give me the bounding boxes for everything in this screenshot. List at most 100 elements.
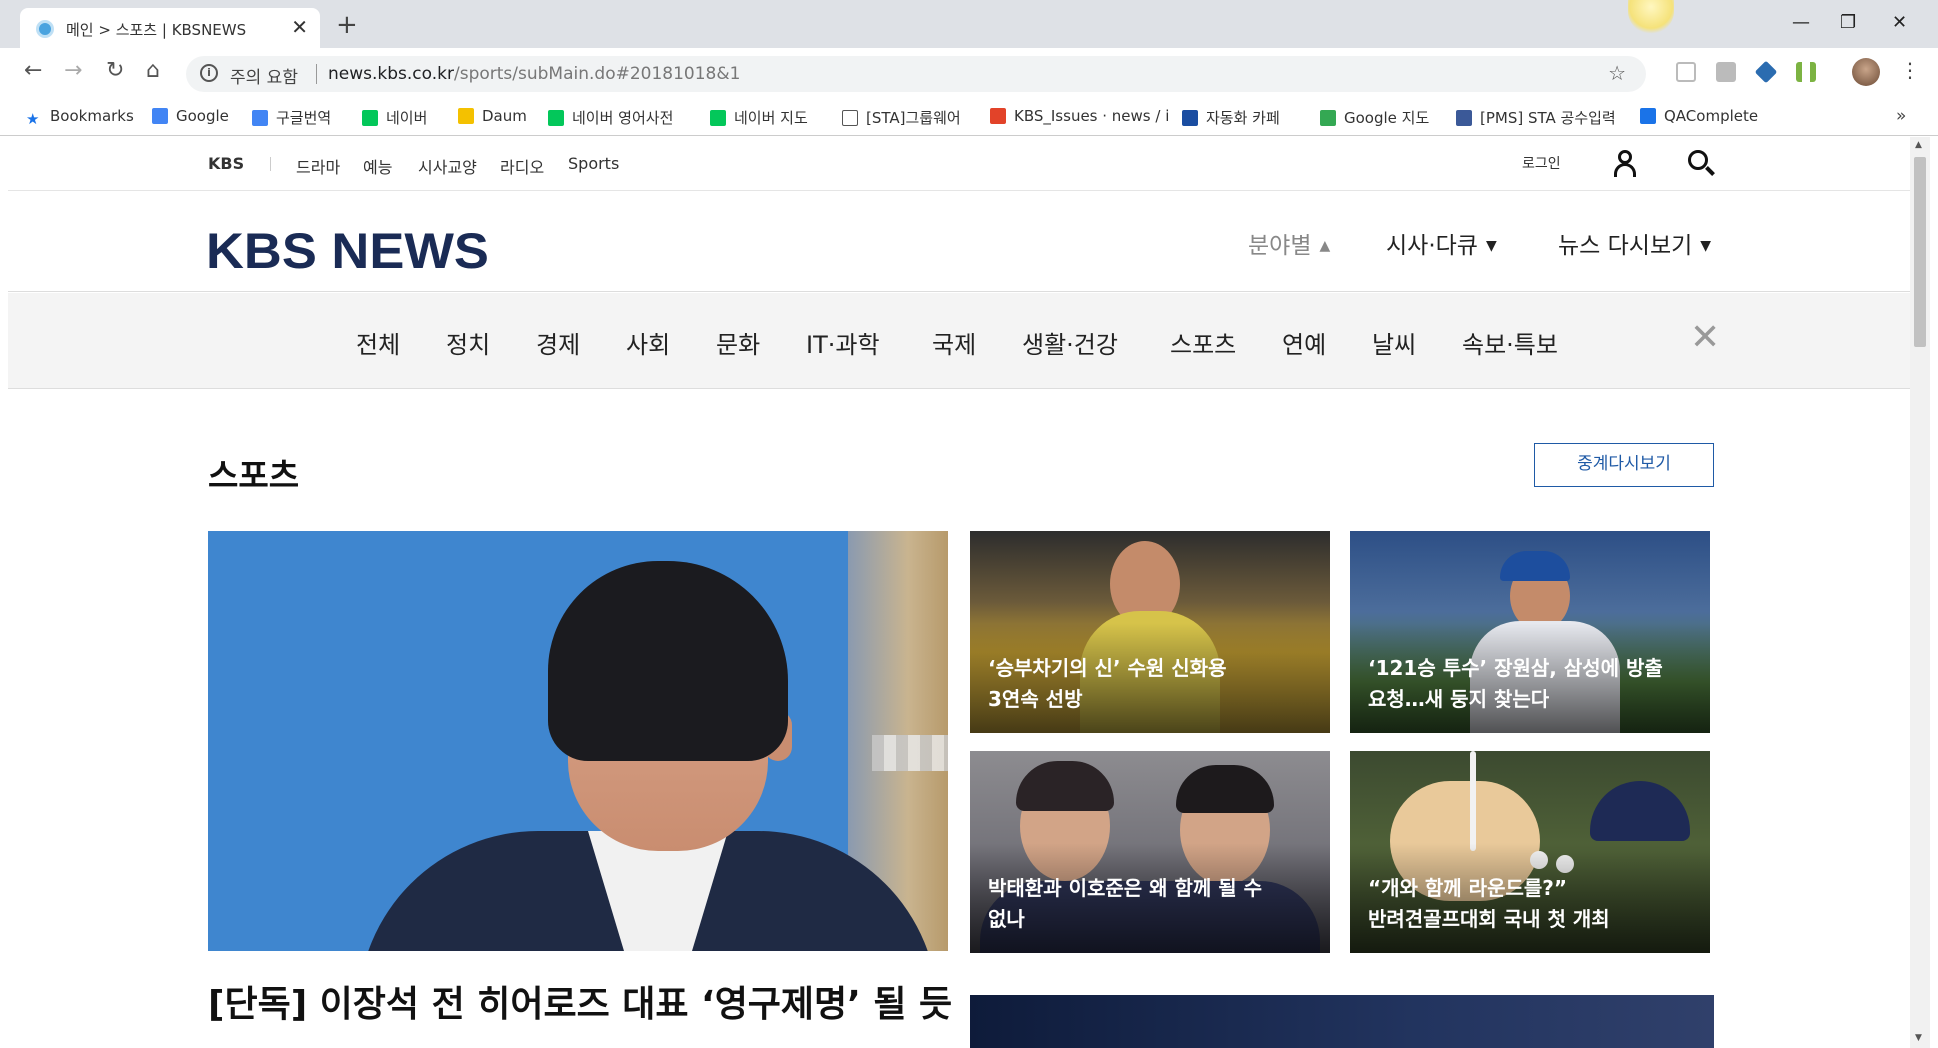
- tab-close-icon[interactable]: ✕: [291, 15, 308, 39]
- menu-by-field[interactable]: 분야별 ▲: [1248, 226, 1330, 260]
- daum-icon: [458, 108, 474, 124]
- bookmark-item[interactable]: 네이버 지도: [710, 107, 808, 128]
- category-culture[interactable]: 문화: [716, 325, 760, 360]
- user-icon[interactable]: [1612, 150, 1638, 178]
- window-close-icon[interactable]: ✕: [1892, 12, 1907, 33]
- info-icon[interactable]: i: [200, 64, 218, 82]
- reload-icon[interactable]: ↻: [106, 58, 124, 83]
- bookmark-item[interactable]: 구글번역: [252, 107, 331, 128]
- minimize-icon[interactable]: —: [1792, 12, 1810, 33]
- bookmark-item[interactable]: Daum: [458, 107, 527, 125]
- bookmark-label: Daum: [482, 107, 527, 125]
- star-icon: ★: [26, 110, 40, 128]
- back-icon[interactable]: ←: [24, 58, 42, 83]
- card-caption-line: 반려견골프대회 국내 첫 개최: [1368, 907, 1610, 931]
- category-all[interactable]: 전체: [356, 325, 400, 360]
- global-nav: KBS 드라마 예능 시사교양 라디오 Sports 로그인: [8, 137, 1910, 191]
- menu-current-affairs-label: 시사·다큐: [1386, 233, 1478, 259]
- maps-icon: [1320, 110, 1336, 126]
- gnb-item-radio[interactable]: 라디오: [500, 154, 544, 178]
- gnb-item-entertainment[interactable]: 예능: [363, 154, 392, 178]
- news-card[interactable]: ‘121승 투수’ 장원삼, 삼성에 방출 요청…새 둥지 찾는다: [1350, 531, 1710, 733]
- hero-image[interactable]: [208, 531, 948, 951]
- address-bar[interactable]: i 주의 요함 news.kbs.co.kr/sports/subMain.do…: [186, 56, 1646, 92]
- bookmark-label: [PMS] STA 공수입력: [1480, 109, 1616, 127]
- caret-down-icon: ▼: [1485, 238, 1497, 254]
- site-header: KBS NEWS 분야별 ▲ 시사·다큐 ▼ 뉴스 다시보기 ▼: [8, 192, 1910, 292]
- new-tab-button[interactable]: +: [336, 10, 358, 40]
- news-card-caption: ‘121승 투수’ 장원삼, 삼성에 방출 요청…새 둥지 찾는다: [1368, 653, 1692, 715]
- ex-extension-icon[interactable]: [1716, 62, 1736, 82]
- page-viewport: KBS 드라마 예능 시사교양 라디오 Sports 로그인 KBS NEWS …: [8, 137, 1910, 1048]
- security-warning[interactable]: 주의 요함: [230, 63, 298, 88]
- bookmark-item[interactable]: Google: [152, 107, 229, 125]
- card-caption-line: ‘승부차기의 신’ 수원 신화용: [988, 656, 1227, 680]
- profile-avatar[interactable]: [1852, 58, 1880, 86]
- bookmarks-more-icon[interactable]: »: [1896, 106, 1906, 126]
- theme-decoration: [1628, 0, 1674, 34]
- bookmark-item[interactable]: 자동화 카페: [1182, 107, 1280, 128]
- home-icon[interactable]: ⌂: [146, 58, 160, 83]
- category-entertainment[interactable]: 연예: [1282, 325, 1326, 360]
- card-caption-line: 요청…새 둥지 찾는다: [1368, 687, 1550, 711]
- gnb-item-culture[interactable]: 시사교양: [418, 154, 477, 178]
- category-sports[interactable]: 스포츠: [1170, 325, 1236, 360]
- restore-icon[interactable]: ❐: [1840, 12, 1856, 33]
- bookmark-label: Google 지도: [1344, 109, 1430, 127]
- bookmark-item[interactable]: QAComplete: [1640, 107, 1758, 125]
- pms-icon: [1456, 110, 1472, 126]
- news-card-partial[interactable]: [970, 995, 1714, 1048]
- bookmark-item[interactable]: 네이버: [362, 107, 427, 128]
- scroll-up-icon[interactable]: ▲: [1915, 140, 1922, 150]
- bookmark-item[interactable]: ★ Bookmarks: [26, 107, 134, 127]
- bookmark-item[interactable]: [STA]그룹웨어: [842, 107, 961, 128]
- bookmark-item[interactable]: 네이버 영어사전: [548, 107, 673, 128]
- category-politics[interactable]: 정치: [446, 325, 490, 360]
- category-it-science[interactable]: IT·과학: [806, 325, 880, 360]
- bookmark-item[interactable]: KBS_Issues · news / i: [990, 107, 1169, 125]
- bookmark-item[interactable]: [PMS] STA 공수입력: [1456, 107, 1616, 128]
- gnb-item-sports[interactable]: Sports: [568, 154, 619, 173]
- scroll-down-icon[interactable]: ▼: [1915, 1033, 1922, 1043]
- news-card-caption: 박태환과 이호준은 왜 함께 될 수 없나: [988, 873, 1312, 935]
- bookmark-item[interactable]: Google 지도: [1320, 107, 1429, 128]
- news-card[interactable]: 박태환과 이호준은 왜 함께 될 수 없나: [970, 751, 1330, 953]
- gitlab-icon: [990, 108, 1006, 124]
- category-world[interactable]: 국제: [932, 325, 976, 360]
- category-weather[interactable]: 날씨: [1372, 325, 1416, 360]
- category-society[interactable]: 사회: [626, 325, 670, 360]
- translate-icon: [252, 110, 268, 126]
- menu-by-field-label: 분야별: [1248, 233, 1312, 259]
- gnb-divider: [270, 157, 271, 171]
- menu-news-replay-label: 뉴스 다시보기: [1558, 233, 1693, 259]
- url-text[interactable]: news.kbs.co.kr/sports/subMain.do#2018101…: [328, 64, 740, 84]
- card-caption-line: 3연속 선방: [988, 687, 1083, 711]
- gnb-item-drama[interactable]: 드라마: [296, 154, 340, 178]
- bookmark-star-icon[interactable]: ☆: [1608, 61, 1626, 85]
- kbs-news-logo[interactable]: KBS NEWS: [206, 222, 489, 280]
- menu-current-affairs[interactable]: 시사·다큐 ▼: [1386, 226, 1497, 260]
- category-bar: 전체 정치 경제 사회 문화 IT·과학 국제 생활·건강 스포츠 연예 날씨 …: [8, 293, 1910, 389]
- arrow-extension-icon[interactable]: [1754, 60, 1778, 84]
- search-icon[interactable]: [1688, 150, 1716, 178]
- login-link[interactable]: 로그인: [1522, 153, 1561, 173]
- news-card[interactable]: ‘승부차기의 신’ 수원 신화용 3연속 선방: [970, 531, 1330, 733]
- forward-icon[interactable]: →: [64, 58, 82, 83]
- category-breaking[interactable]: 속보·특보: [1462, 325, 1558, 360]
- category-economy[interactable]: 경제: [536, 325, 580, 360]
- replay-button[interactable]: 중계다시보기: [1534, 443, 1714, 487]
- news-card[interactable]: “개와 함께 라운드를?” 반려견골프대회 국내 첫 개최: [1350, 751, 1710, 953]
- ladder-extension-icon[interactable]: [1796, 62, 1816, 82]
- hero-headline[interactable]: [단독] 이장석 전 히어로즈 대표 ‘영구제명’ 될 듯: [208, 975, 952, 1027]
- bookmark-label: Bookmarks: [50, 107, 134, 125]
- browser-tab[interactable]: 메인 > 스포츠 | KBSNEWS ✕: [20, 8, 320, 48]
- page-scrollbar[interactable]: ▲ ▼: [1910, 137, 1930, 1048]
- category-close-icon[interactable]: ✕: [1690, 317, 1720, 358]
- bookmark-label: 구글번역: [276, 109, 332, 127]
- scroll-thumb[interactable]: [1914, 157, 1926, 347]
- menu-news-replay[interactable]: 뉴스 다시보기 ▼: [1558, 226, 1711, 260]
- gnb-brand[interactable]: KBS: [208, 154, 244, 173]
- category-life-health[interactable]: 생활·건강: [1022, 325, 1118, 360]
- browser-menu-icon[interactable]: ⋮: [1900, 58, 1920, 82]
- cast-extension-icon[interactable]: [1676, 62, 1696, 82]
